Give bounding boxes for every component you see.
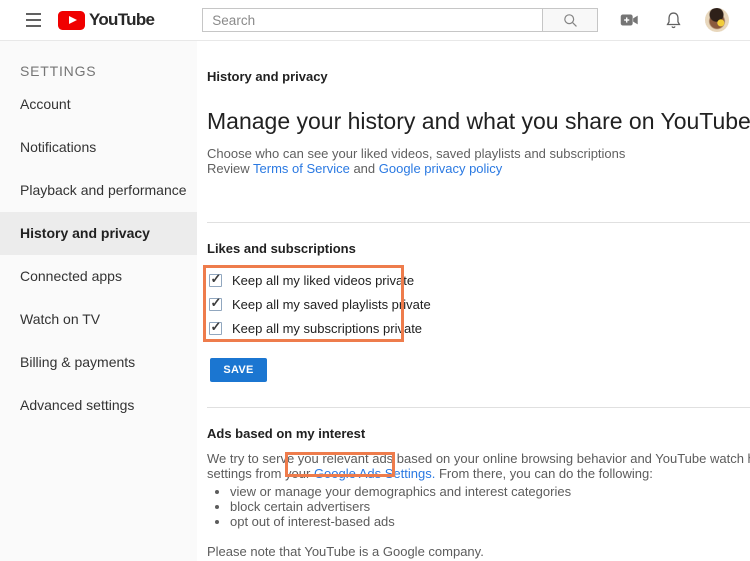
divider — [207, 407, 750, 408]
youtube-play-icon — [58, 11, 85, 30]
checkbox-label: Keep all my saved playlists private — [232, 297, 431, 312]
ads-paragraph-line1: We try to serve you relevant ads based o… — [207, 451, 750, 466]
video-upload-icon[interactable] — [617, 8, 641, 32]
sidebar-item-connected-apps[interactable]: Connected apps — [0, 255, 197, 298]
top-app-bar: YouTube — [0, 0, 750, 41]
save-button[interactable]: SAVE — [210, 358, 267, 382]
settings-sidebar: SETTINGS Account Notifications Playback … — [0, 41, 197, 561]
checkbox-label: Keep all my subscriptions private — [232, 321, 422, 336]
ads-line2-suffix: From there, you can do the following: — [435, 466, 653, 481]
privacy-checkbox-group: Keep all my liked videos private Keep al… — [209, 273, 750, 335]
terms-of-service-link[interactable]: Terms of Service — [253, 161, 350, 176]
page-subtext: Choose who can see your liked videos, sa… — [207, 146, 750, 161]
ads-paragraph: We try to serve you relevant ads based o… — [207, 451, 750, 481]
avatar[interactable] — [705, 8, 729, 32]
subscriptions-private-row[interactable]: Keep all my subscriptions private — [209, 321, 750, 335]
search-input[interactable] — [202, 8, 542, 32]
liked-videos-private-row[interactable]: Keep all my liked videos private — [209, 273, 750, 287]
page-breadcrumb: History and privacy — [207, 69, 750, 84]
list-item: view or manage your demographics and int… — [230, 484, 750, 499]
sidebar-item-advanced[interactable]: Advanced settings — [0, 384, 197, 427]
ads-line2-prefix: settings from your — [207, 466, 314, 481]
google-ads-settings-link[interactable]: Google Ads Settings. — [314, 466, 435, 481]
checkbox-checked-icon[interactable] — [209, 274, 222, 287]
sidebar-item-account[interactable]: Account — [0, 83, 197, 126]
review-prefix: Review — [207, 161, 253, 176]
menu-icon[interactable] — [26, 13, 44, 27]
ads-bullet-list: view or manage your demographics and int… — [207, 484, 750, 529]
google-company-note: Please note that YouTube is a Google com… — [207, 544, 750, 559]
ads-section-title: Ads based on my interest — [207, 426, 750, 441]
review-middle: and — [350, 161, 379, 176]
sidebar-item-playback[interactable]: Playback and performance — [0, 169, 197, 212]
saved-playlists-private-row[interactable]: Keep all my saved playlists private — [209, 297, 750, 311]
privacy-policy-link[interactable]: Google privacy policy — [379, 161, 503, 176]
search-icon — [562, 12, 579, 29]
divider — [207, 222, 750, 223]
sidebar-item-watch-on-tv[interactable]: Watch on TV — [0, 298, 197, 341]
checkbox-label: Keep all my liked videos private — [232, 273, 414, 288]
sidebar-item-billing[interactable]: Billing & payments — [0, 341, 197, 384]
review-line: Review Terms of Service and Google priva… — [207, 161, 750, 176]
page-title: Manage your history and what you share o… — [207, 107, 750, 135]
search-bar — [202, 8, 598, 32]
bell-icon[interactable] — [661, 8, 685, 32]
main-content: History and privacy Manage your history … — [197, 41, 750, 561]
header-actions — [617, 8, 729, 32]
search-button[interactable] — [542, 8, 598, 32]
sidebar-item-history-privacy[interactable]: History and privacy — [0, 212, 197, 255]
sidebar-item-notifications[interactable]: Notifications — [0, 126, 197, 169]
list-item: opt out of interest-based ads — [230, 514, 750, 529]
likes-section-title: Likes and subscriptions — [207, 241, 750, 256]
sidebar-title: SETTINGS — [0, 41, 197, 83]
youtube-logo-text: YouTube — [89, 10, 154, 30]
checkbox-checked-icon[interactable] — [209, 298, 222, 311]
list-item: block certain advertisers — [230, 499, 750, 514]
checkbox-checked-icon[interactable] — [209, 322, 222, 335]
youtube-logo[interactable]: YouTube — [58, 10, 154, 30]
ads-paragraph-line2: settings from your Google Ads Settings. … — [207, 466, 750, 481]
